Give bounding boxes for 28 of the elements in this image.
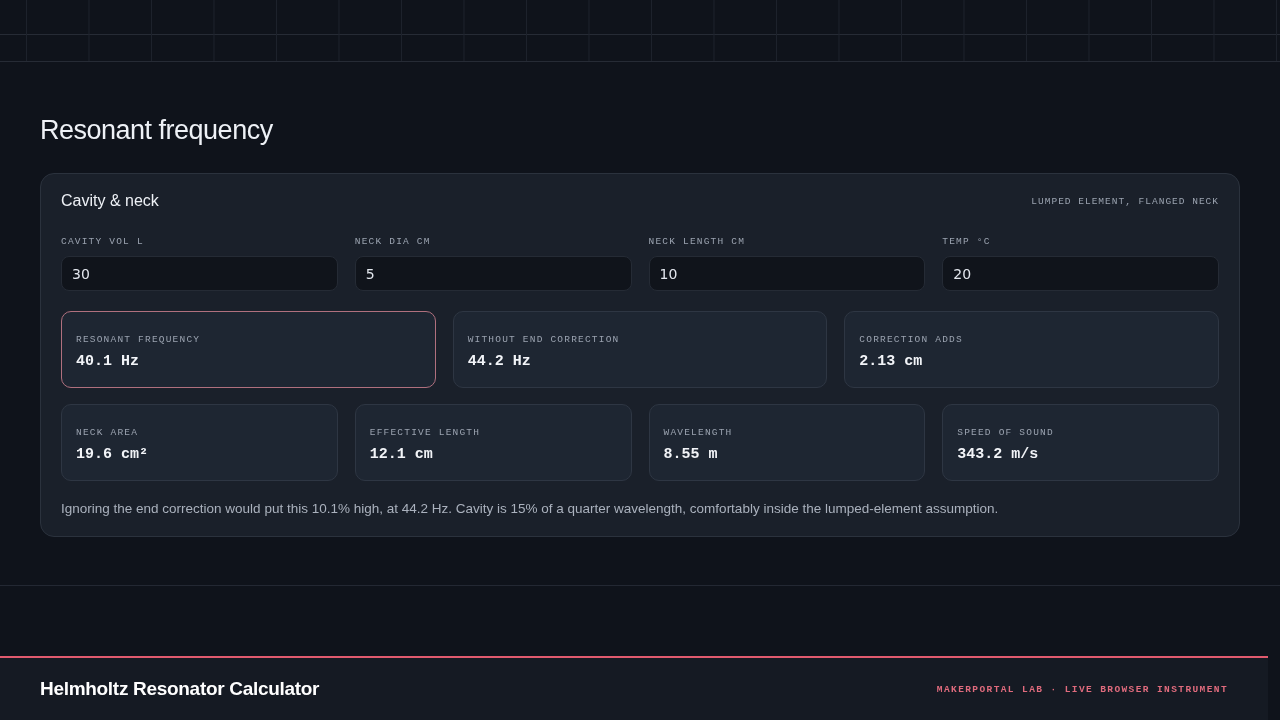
field-label: CAVITY VOL L	[61, 236, 145, 247]
result-value: 40.1 Hz	[76, 353, 140, 370]
result-value: 44.2 Hz	[467, 353, 532, 370]
detail-value: 343.2 m/s	[957, 446, 1040, 463]
field-label: NECK DIA CM	[354, 236, 432, 247]
detail-value: 19.6 cm²	[76, 446, 149, 463]
card-title: Cavity & neck	[61, 192, 159, 210]
footer-tagline: MAKERPORTAL LAB · LIVE BROWSER INSTRUMENT	[936, 683, 1228, 695]
app-title: Helmholtz Resonator Calculator	[40, 678, 320, 700]
detail-label: NECK AREA	[76, 427, 140, 438]
result-value: 2.13 cm	[859, 353, 924, 370]
field-label: TEMP °C	[942, 236, 992, 247]
detail-value: 12.1 cm	[369, 446, 434, 463]
input-field[interactable]: 20	[942, 256, 1219, 291]
detail-label: EFFECTIVE LENGTH	[369, 427, 482, 438]
field-label: NECK LENGTH CM	[648, 236, 747, 247]
result-label: RESONANT FREQUENCY	[76, 334, 202, 345]
result-label: WITHOUT END CORRECTION	[467, 334, 621, 345]
section-heading: Resonant frequency	[40, 114, 274, 146]
card-note: LUMPED ELEMENT, FLANGED NECK	[1031, 195, 1219, 207]
summary-text: Ignoring the end correction would put this 10.1% high, at 44.2 Hz. Cavity is 15% of a quarter wavelength, comfortably inside the lumped-element assumption.	[61, 501, 1000, 516]
detail-value: 8.55 m	[663, 446, 719, 463]
result-label: CORRECTION ADDS	[859, 334, 964, 345]
detail-label: WAVELENGTH	[663, 427, 734, 438]
detail-label: SPEED OF SOUND	[957, 427, 1055, 438]
input-field[interactable]: 10	[648, 256, 926, 291]
input-field[interactable]: 30	[61, 256, 338, 291]
input-field[interactable]: 5	[354, 256, 632, 291]
